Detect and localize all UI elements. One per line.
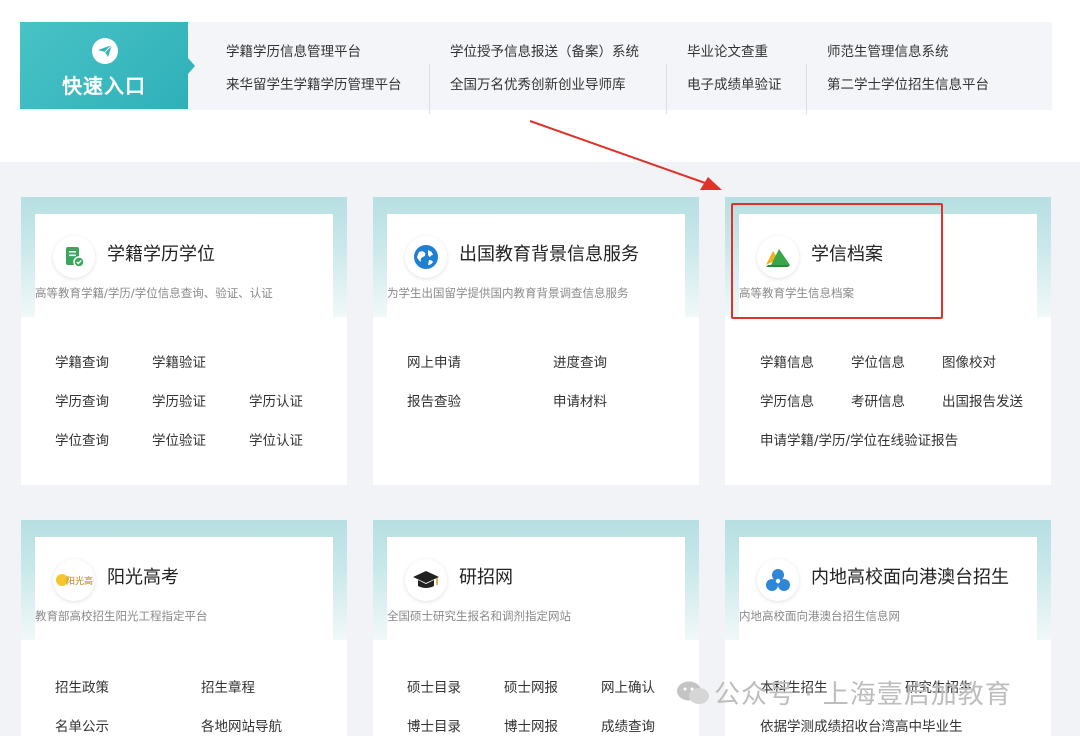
annotation-arrow bbox=[529, 120, 722, 190]
watermark-text: 公众号 · 上海壹启加教育 bbox=[714, 680, 1012, 710]
wechat-icon bbox=[677, 681, 709, 704]
annotation-highlight-box bbox=[731, 203, 943, 319]
